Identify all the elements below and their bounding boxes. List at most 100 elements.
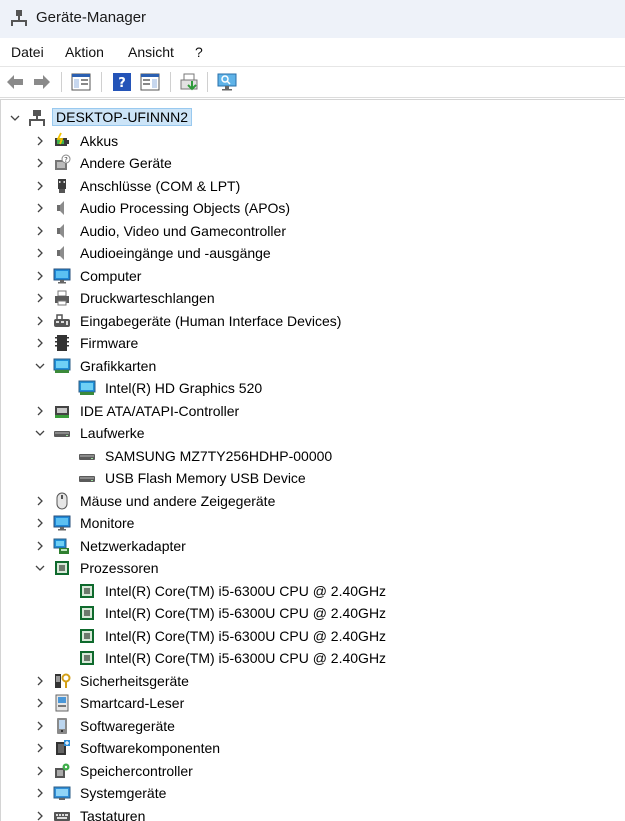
- menu-file[interactable]: Datei: [11, 44, 44, 60]
- tree-category-systemger-te[interactable]: Systemgeräte: [1, 782, 624, 804]
- tree-category-netzwerkadapter[interactable]: Netzwerkadapter: [1, 535, 624, 557]
- show-hide-console-tree-icon[interactable]: [70, 71, 92, 93]
- chevron-right-icon[interactable]: [35, 676, 45, 686]
- tree-category-audio-video-und-gamecontroller[interactable]: Audio, Video und Gamecontroller: [1, 220, 624, 242]
- show-hide-action-pane-icon[interactable]: [139, 71, 161, 93]
- tree-device[interactable]: Intel(R) Core(TM) i5-6300U CPU @ 2.40GHz: [1, 602, 624, 624]
- tree-category-eingabeger-te-human-interface-devices[interactable]: Eingabegeräte (Human Interface Devices): [1, 310, 624, 332]
- chevron-right-icon[interactable]: [35, 766, 45, 776]
- tree-category-monitore[interactable]: Monitore: [1, 512, 624, 534]
- processor-icon: [78, 582, 96, 600]
- security-key-icon: [53, 672, 71, 690]
- chevron-right-icon[interactable]: [35, 518, 45, 528]
- device-tree[interactable]: DESKTOP-UFINNN2 Akkus ?Andere Geräte Ansch…: [0, 99, 624, 821]
- category-label: Druckwarteschlangen: [80, 290, 215, 306]
- tree-device[interactable]: Intel(R) HD Graphics 520: [1, 377, 624, 399]
- menu-help[interactable]: ?: [195, 44, 203, 60]
- category-label: Grafikkarten: [80, 358, 156, 374]
- chevron-right-icon[interactable]: [35, 811, 45, 821]
- chevron-down-icon[interactable]: [35, 428, 45, 438]
- keyboard-icon: [53, 807, 71, 821]
- tree-category-firmware[interactable]: Firmware: [1, 332, 624, 354]
- chevron-right-icon[interactable]: [35, 406, 45, 416]
- category-label: Systemgeräte: [80, 785, 166, 801]
- update-driver-icon[interactable]: [178, 71, 200, 93]
- tree-category-speichercontroller[interactable]: Speichercontroller: [1, 760, 624, 782]
- tree-category-softwareger-te[interactable]: Softwaregeräte: [1, 715, 624, 737]
- menu-bar: Datei Aktion Ansicht ?: [0, 38, 625, 67]
- tree-category-m-use-und-andere-zeigeger-te[interactable]: Mäuse und andere Zeigegeräte: [1, 490, 624, 512]
- drive-icon: [78, 447, 96, 465]
- menu-view[interactable]: Ansicht: [128, 44, 174, 60]
- chevron-right-icon[interactable]: [35, 271, 45, 281]
- tree-category-computer[interactable]: Computer: [1, 265, 624, 287]
- chevron-right-icon[interactable]: [35, 496, 45, 506]
- tree-device[interactable]: Intel(R) Core(TM) i5-6300U CPU @ 2.40GHz: [1, 580, 624, 602]
- chevron-down-icon[interactable]: [35, 361, 45, 371]
- firmware-icon: [53, 334, 71, 352]
- tree-category-sicherheitsger-te[interactable]: Sicherheitsgeräte: [1, 670, 624, 692]
- chevron-right-icon[interactable]: [35, 698, 45, 708]
- tree-category-audio-processing-objects-apos[interactable]: Audio Processing Objects (APOs): [1, 197, 624, 219]
- chevron-right-icon[interactable]: [35, 541, 45, 551]
- scan-for-hardware-changes-icon[interactable]: [216, 71, 238, 93]
- category-label: Audioeingänge und -ausgänge: [80, 245, 271, 261]
- chevron-down-icon[interactable]: [10, 113, 20, 123]
- chevron-right-icon[interactable]: [35, 136, 45, 146]
- category-label: Monitore: [80, 515, 134, 531]
- category-label: Tastaturen: [80, 808, 145, 821]
- category-label: Anschlüsse (COM & LPT): [80, 178, 240, 194]
- chevron-right-icon[interactable]: [35, 788, 45, 798]
- toolbar-separator: [101, 72, 102, 92]
- category-label: Prozessoren: [80, 560, 159, 576]
- tree-category-tastaturen[interactable]: Tastaturen: [1, 805, 624, 821]
- menu-action[interactable]: Aktion: [65, 44, 104, 60]
- tree-device[interactable]: SAMSUNG MZ7TY256HDHP-00000: [1, 445, 624, 467]
- tree-category-anschl-sse-com-lpt[interactable]: Anschlüsse (COM & LPT): [1, 175, 624, 197]
- system-device-icon: [53, 784, 71, 802]
- chevron-right-icon[interactable]: [35, 316, 45, 326]
- toolbar-separator: [170, 72, 171, 92]
- chevron-right-icon[interactable]: [35, 158, 45, 168]
- tree-category-andere-ger-te[interactable]: ?Andere Geräte: [1, 152, 624, 174]
- category-label: Firmware: [80, 335, 138, 351]
- chevron-right-icon[interactable]: [35, 338, 45, 348]
- tree-category-ide-ata-atapi-controller[interactable]: IDE ATA/ATAPI-Controller: [1, 400, 624, 422]
- tree-category-prozessoren[interactable]: Prozessoren: [1, 557, 624, 579]
- help-icon[interactable]: ?: [111, 71, 133, 93]
- chevron-right-icon[interactable]: [35, 293, 45, 303]
- chevron-right-icon[interactable]: [35, 743, 45, 753]
- monitor-icon: [53, 514, 71, 532]
- chevron-right-icon[interactable]: [35, 721, 45, 731]
- speaker-icon: [53, 222, 71, 240]
- chevron-down-icon[interactable]: [35, 563, 45, 573]
- chevron-right-icon[interactable]: [35, 226, 45, 236]
- hid-icon: [53, 312, 71, 330]
- category-label: Audio Processing Objects (APOs): [80, 200, 290, 216]
- tree-category-akkus[interactable]: Akkus: [1, 130, 624, 152]
- title-bar[interactable]: Geräte-Manager: [0, 0, 625, 38]
- tree-category-laufwerke[interactable]: Laufwerke: [1, 422, 624, 444]
- forward-arrow-icon[interactable]: [31, 71, 53, 93]
- window-title: Geräte-Manager: [36, 9, 146, 26]
- display-adapter-icon: [78, 379, 96, 397]
- back-arrow-icon[interactable]: [4, 71, 26, 93]
- chevron-right-icon[interactable]: [35, 203, 45, 213]
- tree-category-druckwarteschlangen[interactable]: Druckwarteschlangen: [1, 287, 624, 309]
- category-label: Mäuse und andere Zeigegeräte: [80, 493, 275, 509]
- ide-controller-icon: [53, 402, 71, 420]
- tree-device[interactable]: Intel(R) Core(TM) i5-6300U CPU @ 2.40GHz: [1, 625, 624, 647]
- chevron-right-icon[interactable]: [35, 248, 45, 258]
- tree-category-audioeing-nge-und-ausg-nge[interactable]: Audioeingänge und -ausgänge: [1, 242, 624, 264]
- tree-category-smartcard-leser[interactable]: Smartcard-Leser: [1, 692, 624, 714]
- category-label: Eingabegeräte (Human Interface Devices): [80, 313, 341, 329]
- category-label: Softwaregeräte: [80, 718, 175, 734]
- tree-root[interactable]: DESKTOP-UFINNN2: [1, 107, 624, 129]
- tree-category-softwarekomponenten[interactable]: Softwarekomponenten: [1, 737, 624, 759]
- tree-category-grafikkarten[interactable]: Grafikkarten: [1, 355, 624, 377]
- tree-device[interactable]: USB Flash Memory USB Device: [1, 467, 624, 489]
- tree-device[interactable]: Intel(R) Core(TM) i5-6300U CPU @ 2.40GHz: [1, 647, 624, 669]
- category-label: Akkus: [80, 133, 118, 149]
- chevron-right-icon[interactable]: [35, 181, 45, 191]
- processor-icon: [53, 559, 71, 577]
